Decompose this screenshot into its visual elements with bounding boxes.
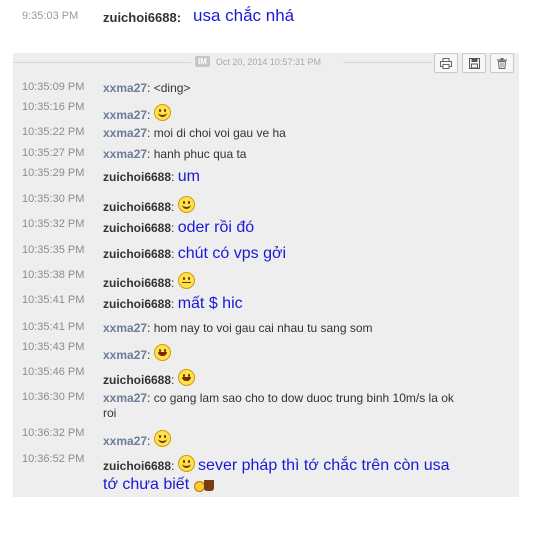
message-timestamp: 10:35:32 PM: [22, 218, 85, 230]
smile-emoticon-icon: [153, 104, 171, 121]
smile-emoticon-icon: [153, 430, 171, 447]
message-sender: xxma27: [103, 321, 148, 335]
laugh-emoticon-icon: [153, 344, 171, 361]
session-date-label: IM Oct 20, 2014 10:57:31 PM: [191, 56, 325, 67]
chat-session-panel: IM Oct 20, 2014 10:57:31 PM 10:35:09 PM …: [13, 53, 519, 497]
message-timestamp: 9:35:03 PM: [22, 10, 79, 22]
message-line: xxma27:: [103, 430, 519, 449]
message-text-continued-line: tớ chưa biết: [103, 476, 218, 494]
message-timestamp: 10:36:30 PM: [22, 391, 85, 403]
straight-face-emoticon-icon: [177, 272, 195, 289]
message-sender: xxma27: [103, 391, 148, 405]
save-button[interactable]: [462, 53, 486, 73]
message-sender: zuichoi6688: [103, 170, 172, 184]
laugh-emoticon-icon: [177, 369, 195, 386]
delete-icon: [497, 57, 507, 69]
message-text: hom nay to voi gau cai nhau tu sang som: [153, 321, 373, 335]
save-icon: [468, 57, 480, 69]
im-badge: IM: [195, 56, 210, 67]
message-line: xxma27: co gang lam sao cho to dow duoc …: [103, 391, 454, 420]
message-sender: zuichoi6688: [103, 459, 172, 473]
message-timestamp: 10:36:52 PM: [22, 453, 85, 465]
message-sender: xxma27: [103, 126, 148, 140]
message-timestamp: 10:36:32 PM: [22, 427, 85, 439]
message-text: chút có vps gởi: [177, 245, 287, 262]
message-timestamp: 10:35:41 PM: [22, 294, 85, 306]
message-line: xxma27: hanh phuc qua ta: [103, 147, 247, 161]
message-timestamp: 10:35:38 PM: [22, 269, 85, 281]
message-timestamp: 10:35:35 PM: [22, 244, 85, 256]
message-text: hanh phuc qua ta: [153, 147, 247, 161]
message-sender: zuichoi6688: [103, 297, 172, 311]
coffee-emoticon-icon: [193, 477, 218, 492]
message-line: xxma27: moi di choi voi gau ve ha: [103, 126, 286, 140]
message-line: zuichoi6688: chút có vps gởi: [103, 245, 287, 262]
previous-message-row: 9:35:03 PM zuichoi6688: usa chắc nhá: [0, 0, 533, 34]
message-line: zuichoi6688: sever pháp thì tớ chắc trên…: [103, 455, 450, 474]
message-sender: zuichoi6688: [103, 200, 172, 214]
message-text: <ding>: [153, 81, 191, 95]
message-sender: zuichoi6688:: [103, 10, 182, 25]
message-text: usa chắc nhá: [193, 6, 295, 25]
message-text: mất $ hic: [177, 295, 243, 312]
print-icon: [440, 57, 452, 69]
message-line: xxma27: hom nay to voi gau cai nhau tu s…: [103, 321, 373, 335]
message-sender: xxma27: [103, 81, 148, 95]
message-line: xxma27:: [103, 104, 519, 123]
message-timestamp: 10:35:43 PM: [22, 341, 85, 353]
message-sender: zuichoi6688: [103, 276, 172, 290]
header-divider-left: [13, 62, 193, 63]
message-text: co gang lam sao cho to dow duoc trung bi…: [153, 391, 454, 405]
message-line: zuichoi6688:: [103, 196, 519, 215]
message-line: zuichoi6688:: [103, 272, 519, 291]
message-sender: xxma27: [103, 434, 148, 448]
message-timestamp: 10:35:30 PM: [22, 193, 85, 205]
message-timestamp: 10:35:27 PM: [22, 147, 85, 159]
message-line: zuichoi6688: um: [103, 168, 200, 185]
message-line: xxma27:: [103, 344, 519, 363]
message-line: zuichoi6688: mất $ hic: [103, 295, 243, 312]
print-button[interactable]: [434, 53, 458, 73]
message-sender: zuichoi6688: [103, 221, 172, 235]
session-date: Oct 20, 2014 10:57:31 PM: [215, 56, 321, 67]
message-timestamp: 10:35:41 PM: [22, 321, 85, 333]
message-line: zuichoi6688: oder rồi đó: [103, 219, 255, 236]
session-toolbar: [434, 53, 514, 73]
message-line: xxma27: <ding>: [103, 81, 191, 95]
message-timestamp: 10:35:22 PM: [22, 126, 85, 138]
grin-emoticon-icon: [177, 455, 195, 472]
message-text-continued: tớ chưa biết: [103, 476, 190, 493]
message-text: oder rồi đó: [177, 219, 255, 236]
message-timestamp: 10:35:09 PM: [22, 81, 85, 93]
session-header: IM Oct 20, 2014 10:57:31 PM: [13, 53, 519, 73]
message-sender: zuichoi6688: [103, 373, 172, 387]
message-text: moi di choi voi gau ve ha: [153, 126, 286, 140]
message-text: sever pháp thì tớ chắc trên còn usa: [198, 457, 450, 474]
message-sender: xxma27: [103, 348, 148, 362]
header-divider-right: [343, 62, 433, 63]
message-timestamp: 10:35:16 PM: [22, 101, 85, 113]
message-text-continued: roi: [103, 406, 117, 420]
message-sender: xxma27: [103, 108, 148, 122]
message-sender: zuichoi6688: [103, 247, 172, 261]
message-text: um: [177, 168, 200, 185]
message-sender: xxma27: [103, 147, 148, 161]
message-timestamp: 10:35:29 PM: [22, 167, 85, 179]
grin-emoticon-icon: [177, 196, 195, 213]
message-line: zuichoi6688:: [103, 369, 519, 388]
message-timestamp: 10:35:46 PM: [22, 366, 85, 378]
delete-button[interactable]: [490, 53, 514, 73]
